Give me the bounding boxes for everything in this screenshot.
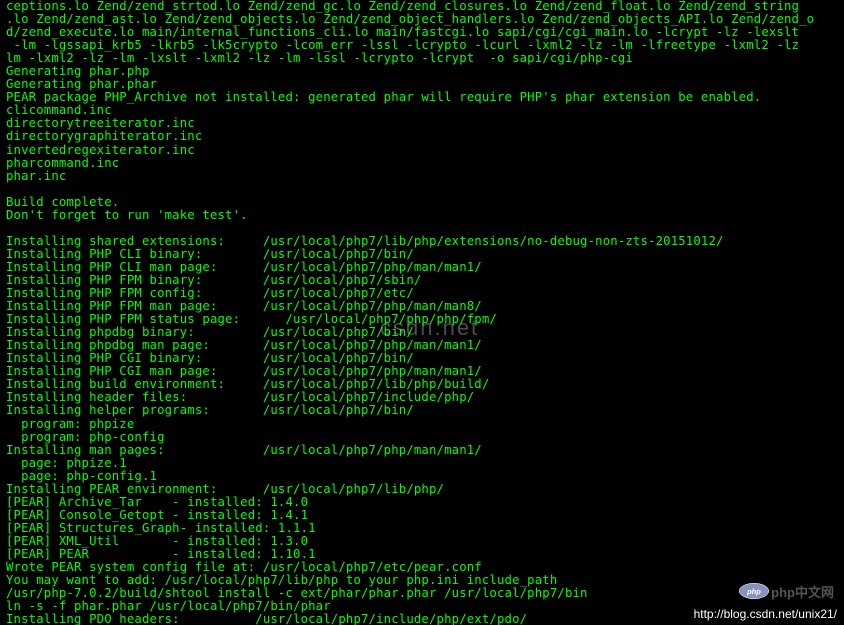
source-url: http://blog.csdn.net/unix21/	[691, 606, 840, 622]
terminal-output: ceptions.lo Zend/zend_strtod.lo Zend/zen…	[0, 0, 844, 625]
